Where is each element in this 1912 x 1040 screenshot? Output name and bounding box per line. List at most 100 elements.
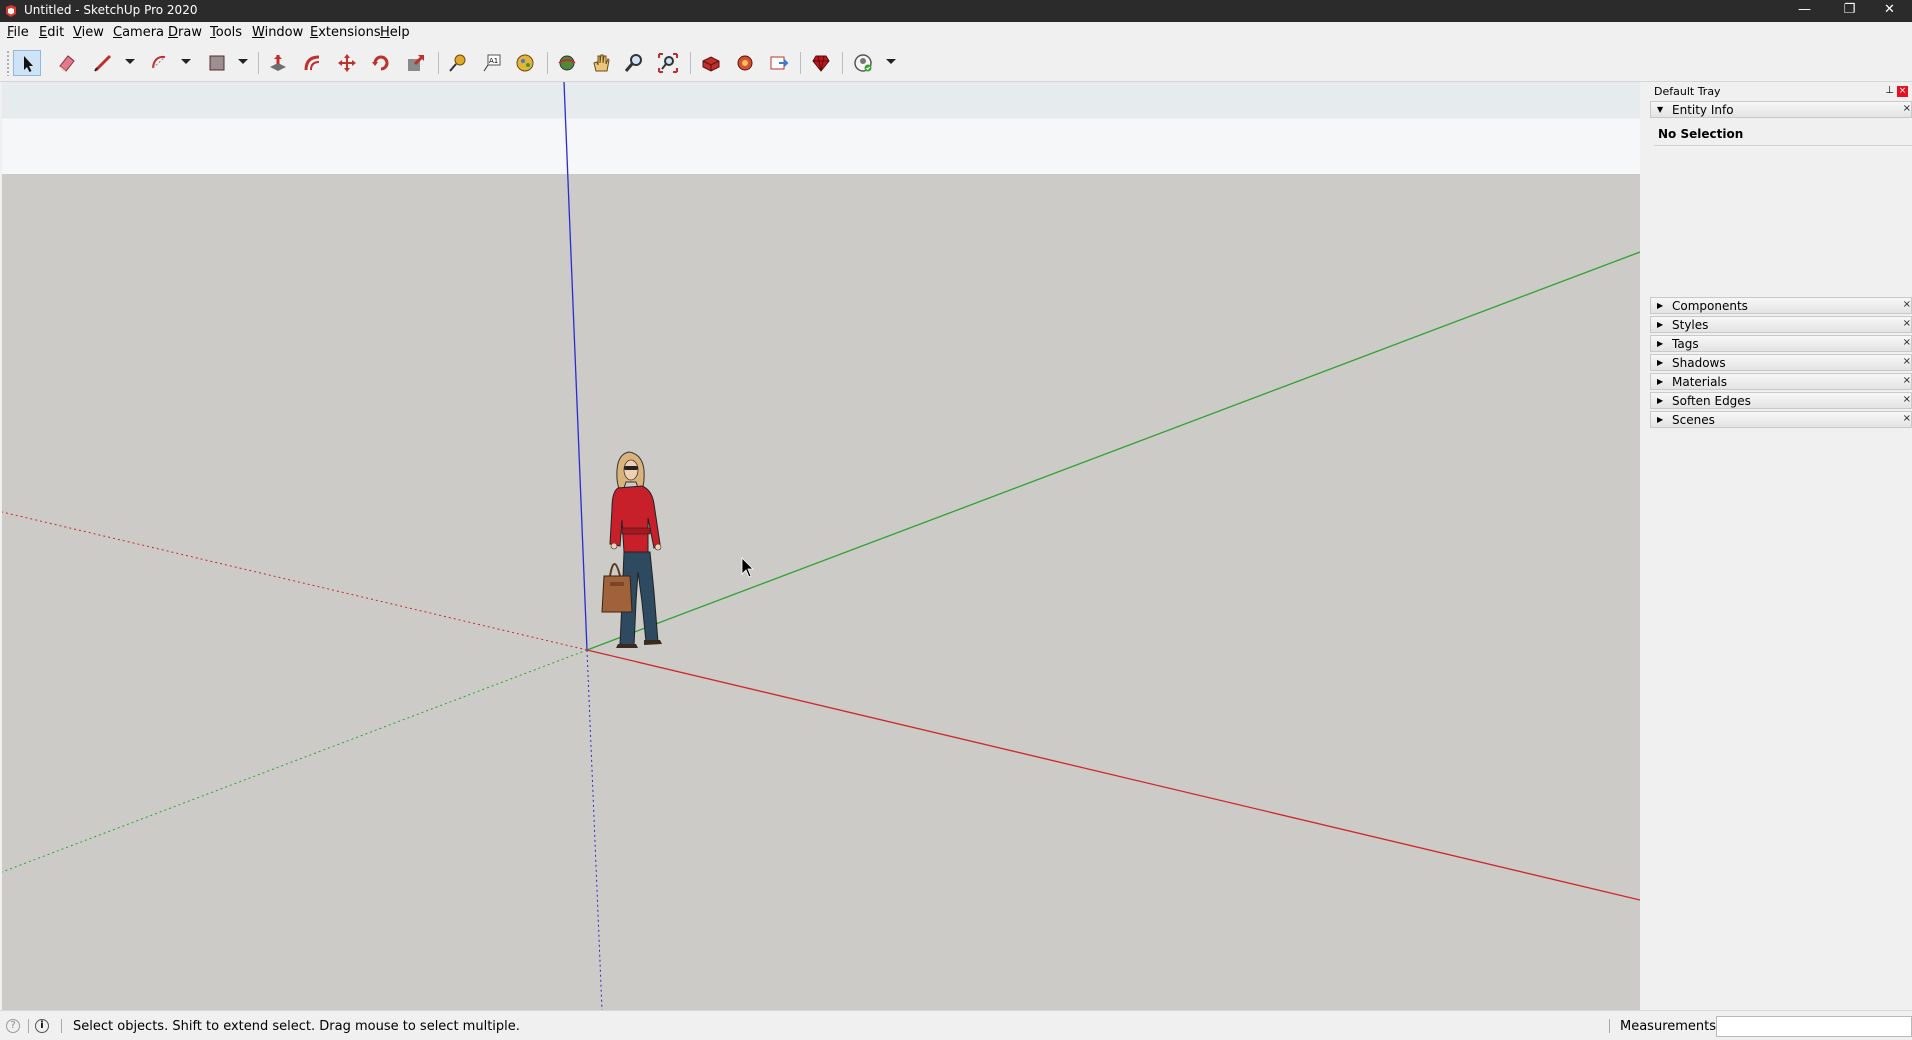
move-tool-button[interactable] [333, 50, 361, 76]
menu-view[interactable]: View [73, 25, 104, 40]
panel-label: Materials [1672, 375, 1728, 389]
help-icon[interactable]: ? [6, 1019, 20, 1033]
panel-label: Soften Edges [1672, 394, 1751, 408]
panel-close-icon[interactable]: × [1903, 375, 1911, 386]
panel-label: Styles [1672, 318, 1709, 332]
pan-tool-button[interactable] [587, 50, 615, 76]
eraser-icon [59, 55, 75, 72]
scale-figure [601, 451, 662, 648]
mouse-cursor [741, 557, 754, 578]
menu-extensions[interactable]: Extensions [310, 25, 381, 40]
panel-close-icon[interactable]: × [1903, 103, 1911, 114]
paint-bucket-icon [516, 54, 534, 72]
panel-close-icon[interactable]: × [1903, 394, 1911, 405]
tray-header: Default Tray ⊥ × [1650, 84, 1908, 100]
drawing-viewport[interactable] [2, 82, 1640, 1010]
account-dropdown[interactable] [886, 59, 896, 64]
extension-manager-icon [812, 55, 830, 72]
rectangle-tool-button[interactable] [203, 50, 231, 76]
panel-label: Components [1672, 299, 1748, 313]
status-bar: ? i Select objects. Shift to extend sele… [0, 1010, 1912, 1040]
toolbar-separator [258, 52, 259, 74]
toolbar-grip[interactable] [6, 50, 10, 76]
rotate-tool-button[interactable] [367, 50, 395, 76]
window-title: Untitled - SketchUp Pro 2020 [24, 3, 198, 17]
3d-warehouse-icon [702, 56, 720, 72]
sketchup-logo-icon [6, 5, 16, 17]
shape-dropdown[interactable] [238, 59, 248, 64]
3d-warehouse-button[interactable] [697, 50, 725, 76]
menu-edit[interactable]: Edit [39, 25, 64, 40]
info-icon[interactable]: i [35, 1019, 49, 1033]
panel-close-icon[interactable]: × [1903, 356, 1911, 367]
collapsed-arrow-icon: ▶ [1657, 320, 1664, 329]
offset-tool-button[interactable] [299, 50, 327, 76]
paint-bucket-tool-button[interactable] [511, 50, 539, 76]
toolbar-separator [690, 52, 691, 74]
panel-label: Scenes [1672, 413, 1715, 427]
menu-tools[interactable]: Tools [210, 25, 242, 40]
measurements-input[interactable] [1716, 1016, 1912, 1037]
entity-info-body: No Selection [1650, 119, 1912, 219]
zoom-tool-button[interactable] [620, 50, 648, 76]
tray-close-button[interactable]: × [1897, 86, 1908, 97]
arc-icon [152, 55, 166, 69]
minimize-button[interactable]: — [1782, 0, 1827, 22]
menu-help[interactable]: Help [380, 25, 410, 40]
select-tool-button[interactable] [13, 50, 41, 76]
pin-icon[interactable]: ⊥ [1885, 85, 1894, 96]
panel-close-icon[interactable]: × [1903, 413, 1911, 424]
restore-button[interactable]: ❐ [1827, 0, 1872, 22]
line-dropdown[interactable] [125, 59, 135, 64]
rectangle-icon [209, 55, 225, 71]
panel-entity-info[interactable]: ▼ Entity Info × [1650, 101, 1912, 118]
zoom-extents-tool-button[interactable] [654, 50, 682, 76]
menu-camera[interactable]: Camera [113, 25, 164, 40]
extension-manager-button[interactable] [807, 50, 835, 76]
toolbar-separator [547, 52, 548, 74]
red-axis-positive [586, 649, 1640, 901]
collapsed-arrow-icon: ▶ [1657, 301, 1664, 310]
expanded-arrow-icon: ▼ [1657, 105, 1664, 114]
panel-close-icon[interactable]: × [1903, 299, 1911, 310]
menu-draw[interactable]: Draw [168, 25, 202, 40]
panel-tags[interactable]: ▶ Tags × [1650, 335, 1912, 352]
arc-dropdown[interactable] [181, 59, 191, 64]
arc-tool-button[interactable] [146, 50, 174, 76]
panel-materials[interactable]: ▶ Materials × [1650, 373, 1912, 390]
line-tool-button[interactable] [89, 50, 117, 76]
collapsed-arrow-icon: ▶ [1657, 415, 1664, 424]
axes-canvas [2, 82, 1640, 1010]
orbit-tool-button[interactable] [553, 50, 581, 76]
send-to-layout-button[interactable] [765, 50, 793, 76]
push-pull-tool-button[interactable] [264, 50, 292, 76]
title-bar: Untitled - SketchUp Pro 2020 — ❐ ✕ [0, 0, 1912, 22]
account-button[interactable] [849, 50, 877, 76]
panel-label: Shadows [1672, 356, 1726, 370]
panel-soften-edges[interactable]: ▶ Soften Edges × [1650, 392, 1912, 409]
extension-warehouse-button[interactable] [731, 50, 759, 76]
panel-shadows[interactable]: ▶ Shadows × [1650, 354, 1912, 371]
panel-label: Tags [1672, 337, 1699, 351]
collapsed-arrow-icon: ▶ [1657, 396, 1664, 405]
menu-file[interactable]: File [7, 25, 29, 40]
panel-close-icon[interactable]: × [1903, 318, 1911, 329]
extension-warehouse-icon [737, 55, 753, 71]
panel-scenes[interactable]: ▶ Scenes × [1650, 411, 1912, 428]
panel-components[interactable]: ▶ Components × [1650, 297, 1912, 314]
panel-close-icon[interactable]: × [1903, 337, 1911, 348]
blue-axis-negative [586, 649, 603, 1010]
account-icon [854, 54, 872, 72]
menu-window[interactable]: Window [252, 25, 303, 40]
green-axis-negative [2, 649, 588, 873]
eraser-tool-button[interactable] [53, 50, 81, 76]
scale-tool-button[interactable] [402, 50, 430, 76]
tape-measure-tool-button[interactable] [444, 50, 472, 76]
text-tool-button[interactable]: A1 [478, 50, 506, 76]
status-separator [1609, 1019, 1610, 1033]
close-button[interactable]: ✕ [1867, 0, 1912, 22]
toolbar-separator [438, 52, 439, 74]
panel-styles[interactable]: ▶ Styles × [1650, 316, 1912, 333]
green-axis-positive [586, 251, 1640, 651]
text-icon: A1 [483, 54, 501, 72]
